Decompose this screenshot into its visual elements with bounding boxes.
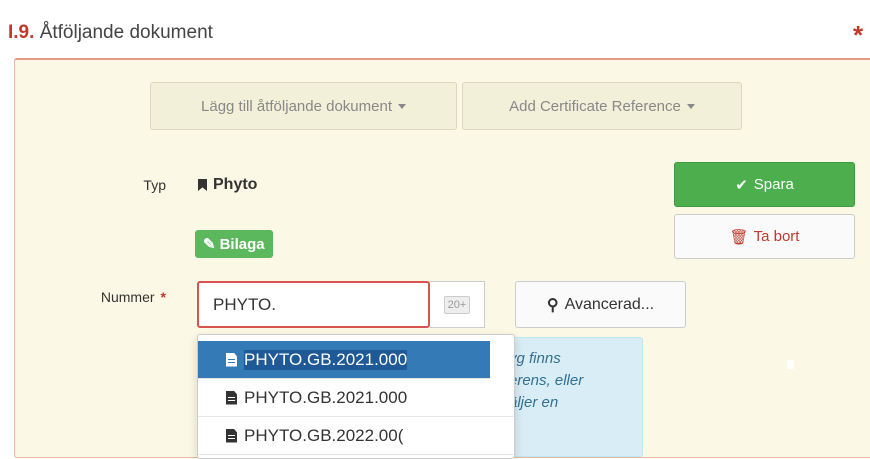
- file-icon: [226, 390, 237, 405]
- suggestion-text: PHYTO.GB.2022.00(: [244, 425, 404, 445]
- add-certificate-dropdown[interactable]: Add Certificate Reference: [462, 82, 742, 130]
- file-icon: [226, 428, 237, 443]
- search-icon: ⚲: [546, 296, 559, 314]
- advanced-label: Avancerad...: [564, 295, 655, 313]
- suggestion-item[interactable]: PHYTO.GB.2021.000: [198, 341, 490, 379]
- bookmark-icon: [198, 179, 207, 191]
- nummer-label-text: Nummer: [100, 289, 155, 305]
- caret-down-icon: [686, 103, 695, 109]
- typ-value: Phyto: [198, 176, 257, 194]
- suggestion-text: PHYTO.GB.2021.000: [244, 349, 408, 370]
- trash-icon: 🗑: [729, 228, 749, 246]
- result-count-addon: 20+: [430, 281, 485, 328]
- check-icon: ✔: [735, 176, 748, 194]
- attachment-label: Bilaga: [219, 235, 265, 253]
- add-certificate-label: Add Certificate Reference: [509, 97, 681, 115]
- paperclip-icon: ✎: [203, 236, 216, 253]
- add-document-dropdown[interactable]: Lägg till åtföljande dokument: [150, 82, 457, 130]
- typ-value-text: Phyto: [213, 176, 258, 193]
- nummer-input[interactable]: PHYTO.: [197, 281, 430, 328]
- delete-button[interactable]: 🗑 Ta bort: [674, 214, 855, 259]
- white-marker: [787, 360, 794, 369]
- typ-label: Typ: [143, 177, 166, 193]
- caret-down-icon: [397, 103, 406, 109]
- attachment-badge[interactable]: ✎ Bilaga: [195, 230, 273, 258]
- info-line: erens, eller: [509, 372, 584, 389]
- section-number: I.9.: [8, 22, 35, 43]
- file-icon: [226, 352, 237, 367]
- save-label: Spara: [753, 176, 794, 193]
- section-title-text: Åtföljande dokument: [39, 22, 213, 43]
- suggestion-dropdown: PHYTO.GB.2021.000 PHYTO.GB.2021.000 PHYT…: [197, 334, 515, 459]
- required-star: *: [853, 20, 864, 50]
- info-line: vg finns: [509, 350, 561, 367]
- suggestion-item[interactable]: PHYTO.GB.2022.00(: [198, 417, 514, 455]
- info-line: äljer en: [509, 394, 559, 411]
- nummer-required-star: *: [160, 289, 166, 305]
- suggestion-text: PHYTO.GB.2021.000: [244, 387, 408, 407]
- advanced-search-button[interactable]: ⚲ Avancerad...: [515, 281, 686, 328]
- section-title: I.9. Åtföljande dokument: [8, 22, 213, 44]
- suggestion-item[interactable]: PHYTO.GB.2021.000: [198, 379, 514, 417]
- result-count-badge: 20+: [443, 295, 471, 314]
- add-document-label: Lägg till åtföljande dokument: [201, 97, 392, 115]
- nummer-label: Nummer *: [70, 289, 166, 305]
- save-button[interactable]: ✔ Spara: [674, 162, 855, 207]
- delete-label: Ta bort: [753, 228, 800, 245]
